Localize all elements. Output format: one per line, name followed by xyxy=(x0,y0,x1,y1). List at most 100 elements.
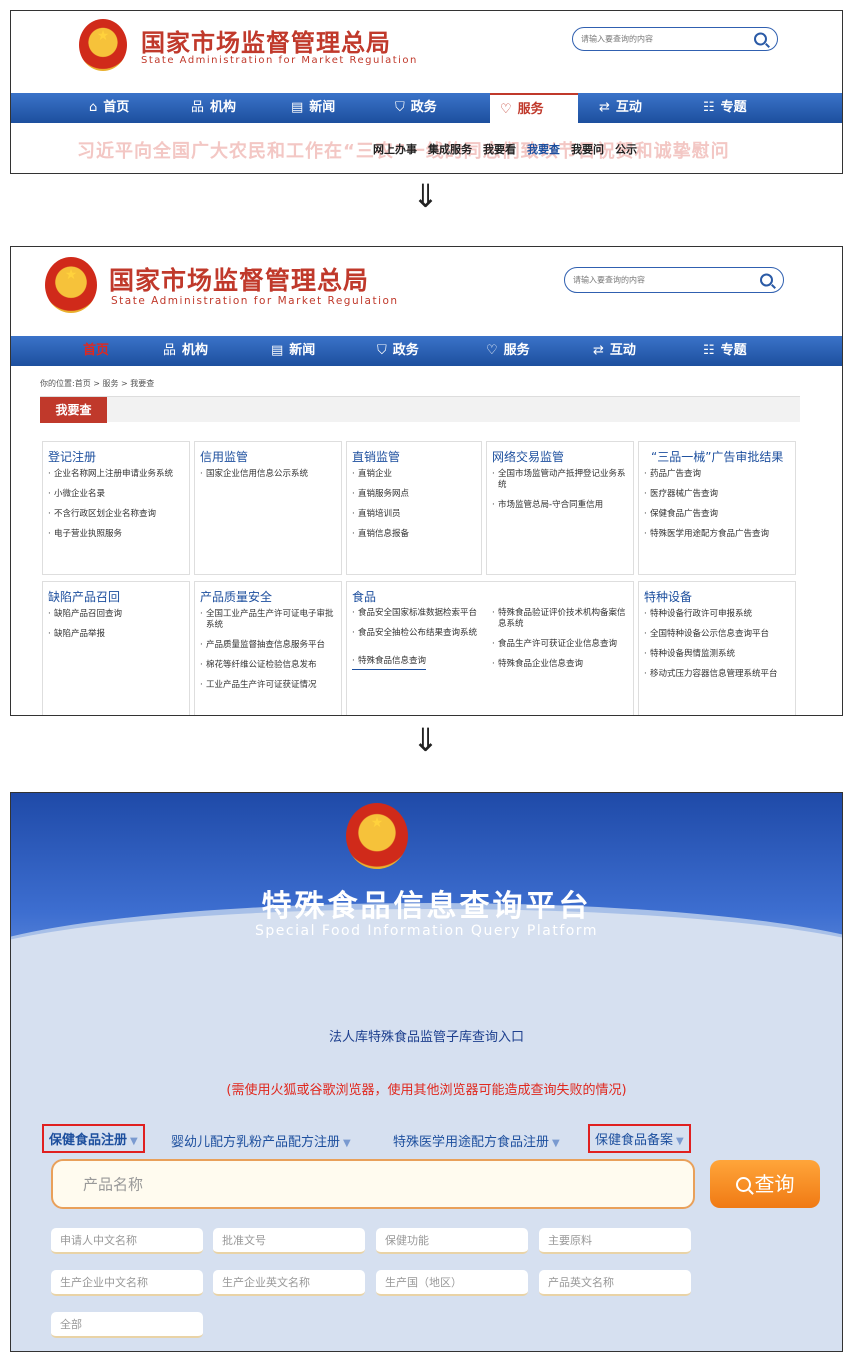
nav-gov[interactable]: ⛉ 政务 xyxy=(395,93,437,123)
card-title[interactable]: 直销监管 xyxy=(352,448,481,465)
list-item[interactable]: 特殊食品企业信息查询 xyxy=(492,659,632,670)
card-online-trade: 网络交易监管 全国市场监管动产抵押登记业务系统市场监管总局-守合同重信用 xyxy=(486,441,634,575)
card-title[interactable]: 网络交易监管 xyxy=(492,448,633,465)
nav-service[interactable]: ♡ 服务 xyxy=(486,336,530,366)
all-select-field[interactable]: 全部 xyxy=(51,1312,203,1338)
list-item[interactable]: 工业产品生产许可证获证情况 xyxy=(200,680,341,691)
site-name-en: State Administration for Market Regulati… xyxy=(141,55,418,66)
card-title[interactable]: 信用监管 xyxy=(200,448,341,465)
site-header: 国家市场监督管理总局 State Administration for Mark… xyxy=(11,247,842,335)
search-icon[interactable] xyxy=(760,273,773,287)
submenu-integrated[interactable]: 集成服务 xyxy=(428,143,472,156)
list-item[interactable]: 不含行政区划企业名称查询 xyxy=(48,509,189,520)
nav-home[interactable]: ⌂ 首页 xyxy=(89,93,129,123)
exchange-icon: ⇄ xyxy=(599,100,610,115)
list-item[interactable]: 特种设备舆情监测系统 xyxy=(644,649,795,660)
site-name-cn: 国家市场监督管理总局 xyxy=(109,266,370,295)
main-ingredients-field[interactable]: 主要原料 xyxy=(539,1228,691,1254)
card-title[interactable]: “三品一械”广告审批结果 xyxy=(651,448,795,465)
card-credit: 信用监管 国家企业信用信息公示系统 xyxy=(194,441,342,575)
search-icon[interactable] xyxy=(754,32,767,46)
nav-service[interactable]: ♡ 服务 xyxy=(490,93,578,123)
approval-number-field[interactable]: 批准文号 xyxy=(213,1228,365,1254)
card-title[interactable]: 产品质量安全 xyxy=(200,588,341,605)
list-item[interactable]: 直销培训员 xyxy=(352,509,481,520)
submenu-ask[interactable]: 我要问 xyxy=(571,143,604,156)
list-item[interactable]: 直销服务网点 xyxy=(352,489,481,500)
list-item[interactable]: 食品生产许可获证企业信息查询 xyxy=(492,639,632,650)
list-item[interactable]: 国家企业信用信息公示系统 xyxy=(200,469,341,480)
list-item[interactable]: 直销企业 xyxy=(352,469,481,480)
list-item[interactable]: 特种设备行政许可申报系统 xyxy=(644,609,795,620)
list-item[interactable]: 小微企业名录 xyxy=(48,489,189,500)
applicant-cn-name-field[interactable]: 申请人中文名称 xyxy=(51,1228,203,1254)
card-title[interactable]: 缺陷产品召回 xyxy=(48,588,189,605)
list-item[interactable]: 缺陷产品举报 xyxy=(48,629,189,640)
product-name-input[interactable]: 产品名称 xyxy=(51,1159,695,1209)
national-emblem-icon xyxy=(45,257,97,313)
list-item[interactable]: 全国市场监管动产抵押登记业务系统 xyxy=(492,469,633,491)
submenu-view[interactable]: 我要看 xyxy=(483,143,516,156)
list-item[interactable]: 医疗器械广告查询 xyxy=(644,489,795,500)
nav-home[interactable]: 首页 xyxy=(83,336,109,366)
country-region-field[interactable]: 生产国（地区） xyxy=(376,1270,528,1296)
search-box[interactable]: 请输入要查询的内容 xyxy=(564,267,784,293)
list-item[interactable]: 全国工业产品生产许可证电子审批系统 xyxy=(200,609,341,631)
list-item[interactable]: 直销信息报备 xyxy=(352,529,481,540)
nav-interact[interactable]: ⇄ 互动 xyxy=(599,93,642,123)
list-item[interactable]: 食品安全抽检公布结果查询系统 xyxy=(352,628,487,639)
list-item[interactable]: 特殊医学用途配方食品广告查询 xyxy=(644,529,795,540)
manufacturer-cn-name-field[interactable]: 生产企业中文名称 xyxy=(51,1270,203,1296)
list-item[interactable]: 市场监管总局-守合同重信用 xyxy=(492,500,633,511)
special-food-query-link[interactable]: 特殊食品信息查询 xyxy=(352,656,427,670)
card-title[interactable]: 食品 xyxy=(352,588,633,605)
submenu-online[interactable]: 网上办事 xyxy=(373,143,417,156)
org-chart-icon: 品 xyxy=(191,100,205,115)
nav-gov[interactable]: ⛉ 政务 xyxy=(377,336,419,366)
list-item[interactable]: 企业名称网上注册申请业务系统 xyxy=(48,469,189,480)
search-box[interactable]: 请输入要查询的内容 xyxy=(572,27,778,51)
health-function-field[interactable]: 保健功能 xyxy=(376,1228,528,1254)
list-item[interactable]: 特殊食品验证评价技术机构备案信息系统 xyxy=(492,608,632,630)
chevron-down-icon: ▼ xyxy=(343,1138,351,1149)
list-item[interactable]: 保健食品广告查询 xyxy=(644,509,795,520)
list-item[interactable]: 药品广告查询 xyxy=(644,469,795,480)
shield-icon: ⛉ xyxy=(377,343,387,358)
list-item[interactable]: 全国特种设备公示信息查询平台 xyxy=(644,629,795,640)
list-item[interactable]: 棉花等纤维公证检验信息发布 xyxy=(200,660,341,671)
entry-link[interactable]: 法人库特殊食品监管子库查询入口 xyxy=(11,1026,842,1045)
card-title[interactable]: 登记注册 xyxy=(48,448,189,465)
submenu-notice[interactable]: 公示 xyxy=(615,143,637,156)
news-icon: ▤ xyxy=(271,343,284,358)
list-item[interactable]: 产品质量监督抽查信息服务平台 xyxy=(200,640,341,651)
search-placeholder: 请输入要查询的内容 xyxy=(581,34,653,44)
card-food: 食品 食品安全国家标准数据检索平台食品安全抽检公布结果查询系统特殊食品信息查询 … xyxy=(346,581,634,715)
submenu-query[interactable]: 我要查 xyxy=(527,143,560,156)
card-title[interactable]: 特种设备 xyxy=(644,588,795,605)
section-title: 我要查 xyxy=(40,397,107,423)
tab-health-food-filing[interactable]: 保健食品备案 ▼ xyxy=(588,1124,691,1153)
tab-infant-formula-registration[interactable]: 婴幼儿配方乳粉产品配方注册 ▼ xyxy=(171,1131,351,1150)
chevron-down-icon: ▼ xyxy=(676,1136,684,1147)
nav-news[interactable]: ▤ 新闻 xyxy=(291,93,335,123)
list-item[interactable]: 缺陷产品召回查询 xyxy=(48,609,189,620)
nav-org[interactable]: 品机构 xyxy=(191,93,236,123)
nav-topic[interactable]: ☷ 专题 xyxy=(703,336,747,366)
nav-org[interactable]: 品机构 xyxy=(163,336,208,366)
card-direct-sales: 直销监管 直销企业直销服务网点直销培训员直销信息报备 xyxy=(346,441,482,575)
nav-interact[interactable]: ⇄ 互动 xyxy=(593,336,636,366)
tab-medical-food-registration[interactable]: 特殊医学用途配方食品注册 ▼ xyxy=(393,1131,560,1150)
heart-icon: ♡ xyxy=(500,102,512,117)
query-button[interactable]: 查询 xyxy=(710,1160,820,1208)
main-nav: 首页 品机构 ▤ 新闻 ⛉ 政务 ♡ 服务 ⇄ 互动 ☷ 专题 xyxy=(11,336,842,366)
card-ad-approval: “三品一械”广告审批结果 药品广告查询医疗器械广告查询保健食品广告查询特殊医学用… xyxy=(638,441,796,575)
list-item[interactable]: 电子营业执照服务 xyxy=(48,529,189,540)
tab-health-food-registration[interactable]: 保健食品注册 ▼ xyxy=(42,1124,145,1153)
list-item[interactable]: 移动式压力容器信息管理系统平台 xyxy=(644,669,795,680)
product-en-name-field[interactable]: 产品英文名称 xyxy=(539,1270,691,1296)
nav-topic[interactable]: ☷ 专题 xyxy=(703,93,747,123)
breadcrumb: 你的位置:首页 > 服务 > 我要查 xyxy=(40,379,155,388)
manufacturer-en-name-field[interactable]: 生产企业英文名称 xyxy=(213,1270,365,1296)
list-item[interactable]: 食品安全国家标准数据检索平台 xyxy=(352,608,487,619)
nav-news[interactable]: ▤ 新闻 xyxy=(271,336,315,366)
